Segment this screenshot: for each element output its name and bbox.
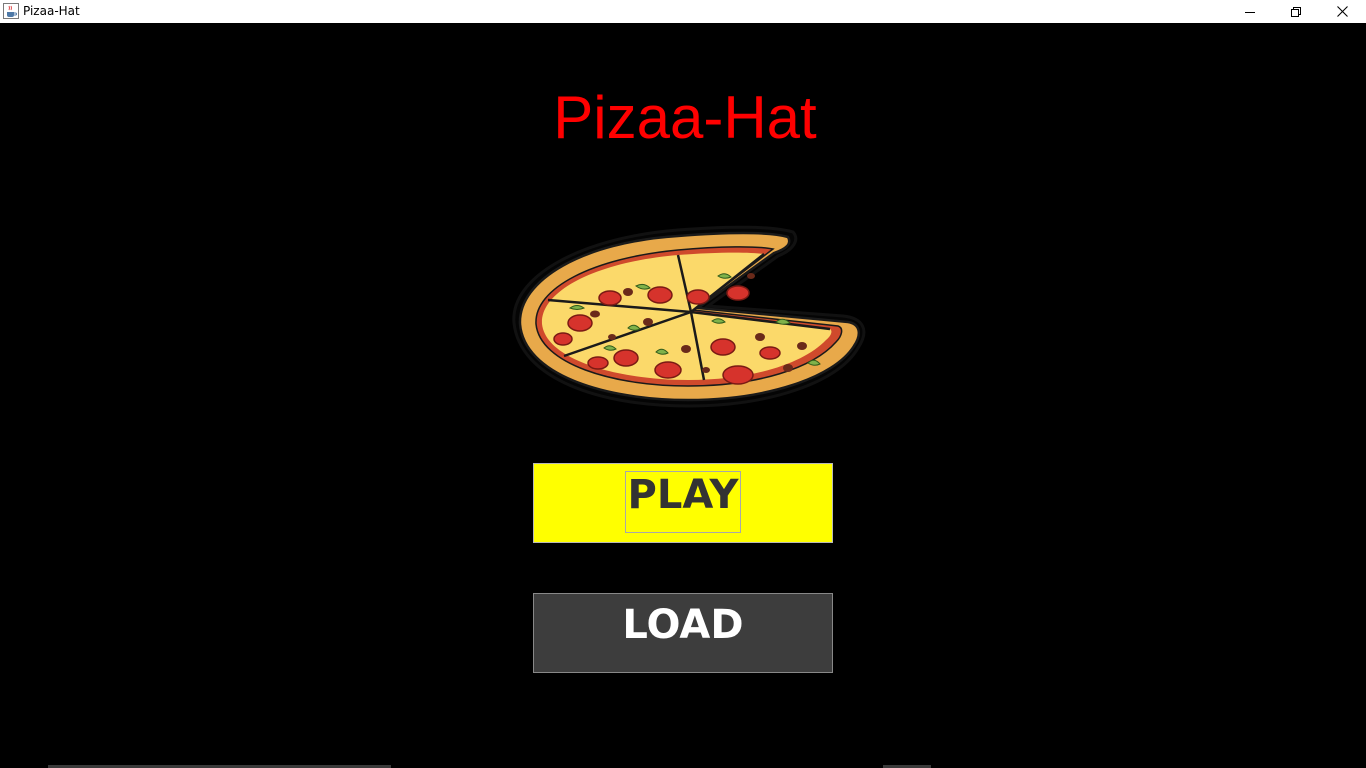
minimize-icon [1245,11,1255,13]
restore-icon [1291,6,1301,17]
close-button[interactable] [1319,0,1365,23]
play-button[interactable]: PLAY [533,463,833,543]
restore-button[interactable] [1273,0,1319,23]
game-title: Pizaa-Hat [553,84,817,151]
play-button-label: PLAY [624,471,742,533]
minimize-button[interactable] [1227,0,1273,23]
java-cup-icon[interactable] [3,3,19,19]
title-bar[interactable]: Pizaa-Hat [0,0,1366,23]
app-window: Pizaa-Hat Pizaa-Hat PLAY LOAD [0,0,1366,768]
game-menu-panel: Pizaa-Hat PLAY LOAD [0,23,1366,768]
load-button-label: LOAD [622,602,744,648]
load-button[interactable]: LOAD [533,593,833,673]
close-icon [1336,6,1348,17]
pizza-icon [512,225,866,408]
window-title: Pizaa-Hat [23,4,80,18]
